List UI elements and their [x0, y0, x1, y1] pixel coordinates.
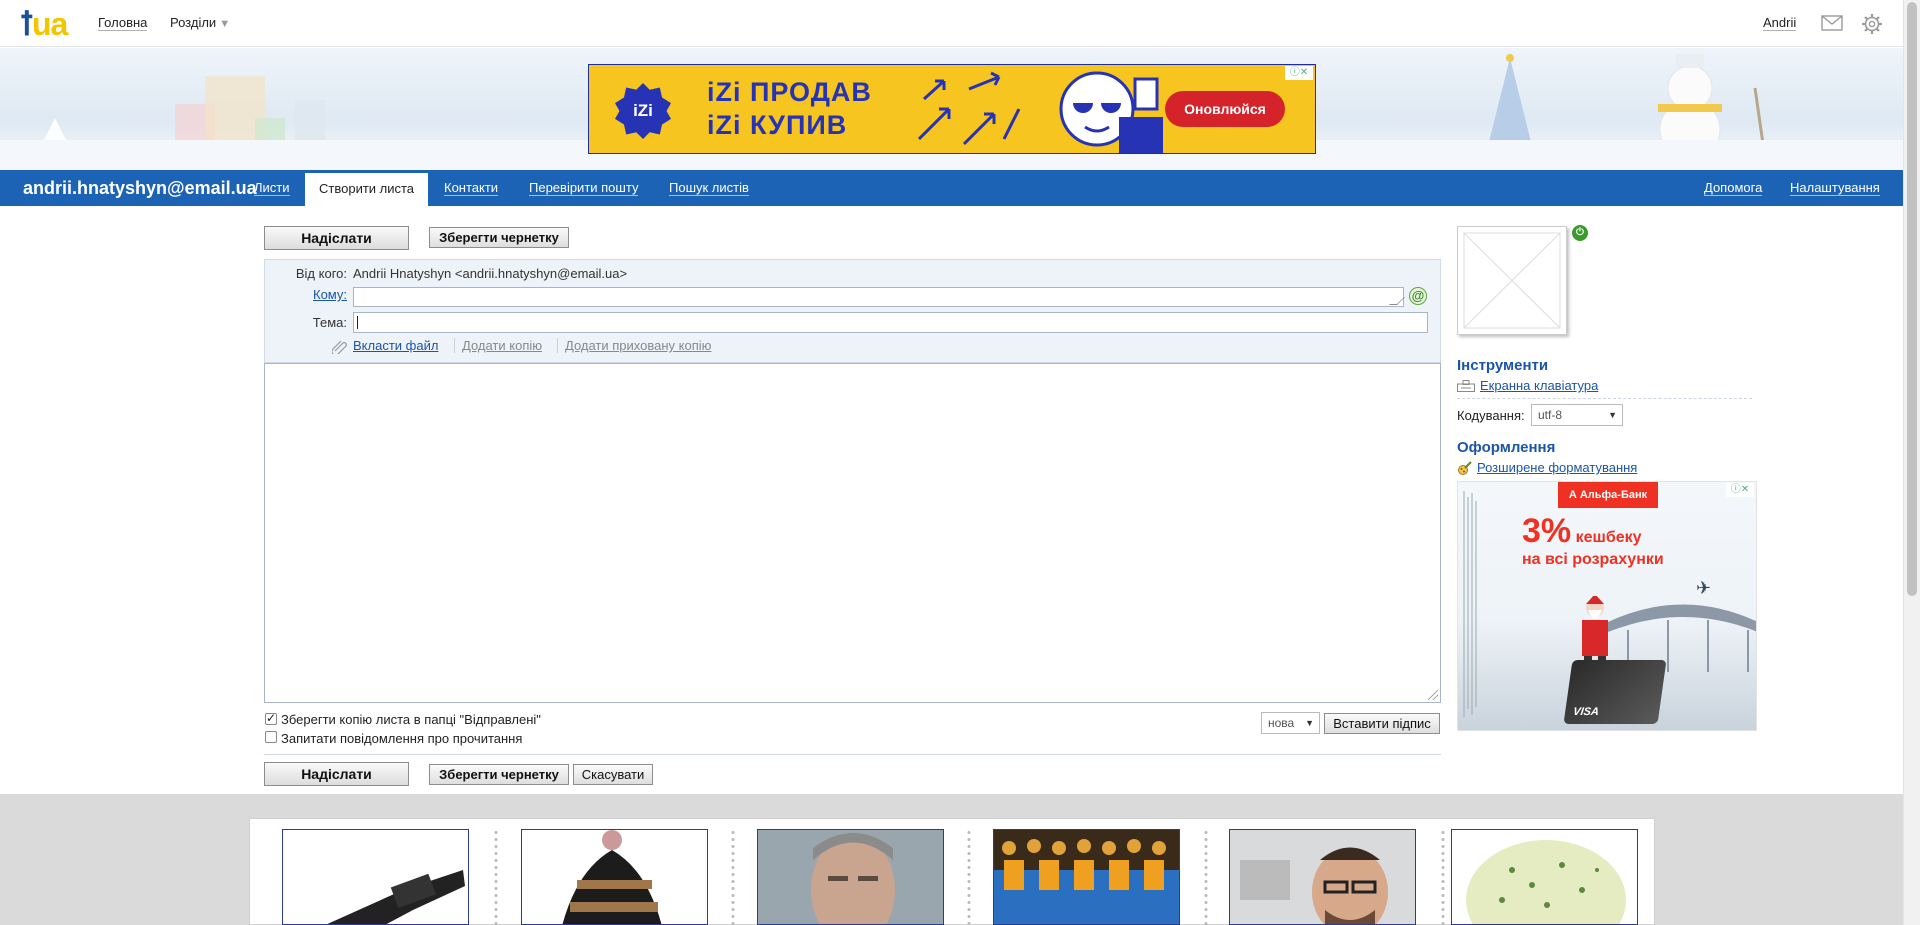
thumbnail-image — [1240, 847, 1388, 924]
subject-label: Тема: — [312, 315, 347, 330]
gear-icon[interactable] — [1861, 13, 1883, 35]
user-menu[interactable]: Andrii — [1763, 16, 1797, 31]
divider — [1204, 829, 1208, 925]
send-button-bottom[interactable]: Надіслати — [264, 762, 409, 786]
mascot-graphic — [1059, 71, 1163, 153]
news-thumbnail[interactable] — [993, 829, 1180, 925]
nav-sections-menu[interactable]: Розділи ▼ — [170, 16, 230, 31]
ad-card-graphic: VISA — [1563, 660, 1667, 724]
thumbnail-image — [811, 833, 895, 924]
avatar[interactable] — [1457, 226, 1567, 335]
news-thumbnail[interactable] — [521, 829, 708, 925]
divider — [1441, 829, 1445, 925]
save-copy-checkbox[interactable] — [265, 711, 277, 725]
logo-text: ua — [32, 6, 68, 42]
send-button[interactable]: Надіслати — [264, 226, 409, 250]
divider — [494, 829, 498, 925]
keyboard-icon — [1457, 380, 1475, 392]
arrows-graphic — [917, 71, 1021, 146]
ad-close-icon[interactable]: ⓘ✕ — [1726, 483, 1754, 497]
logo-icon[interactable]: ꝉ ua — [20, 6, 76, 42]
save-draft-button-bottom[interactable]: Зберегти чернетку — [429, 764, 569, 785]
paperclip-icon — [332, 340, 347, 354]
tab-search[interactable]: Пошук листів — [669, 180, 749, 196]
address-book-icon[interactable]: @ — [1409, 287, 1427, 305]
divider — [454, 338, 455, 353]
tab-letters[interactable]: Листи — [254, 180, 290, 196]
encoding-select[interactable]: utf-8 ▼ — [1531, 404, 1623, 426]
account-email: andrii.hnatyshyn@email.ua — [23, 178, 257, 198]
cancel-button[interactable]: Скасувати — [573, 764, 653, 785]
thumbnail-image — [562, 830, 662, 924]
resize-grip[interactable] — [1428, 690, 1438, 700]
divider — [1457, 398, 1752, 399]
news-thumbnail[interactable] — [1451, 829, 1638, 925]
attach-file-link[interactable]: Вкласти файл — [353, 338, 438, 353]
side-advertisement[interactable]: А Альфа-Банк 3% кешбеку на всі розрахунк… — [1457, 481, 1757, 731]
divider — [264, 754, 1441, 755]
subject-field[interactable] — [353, 312, 1428, 333]
ad-brand-label: А Альфа-Банк — [1558, 482, 1658, 508]
news-thumbnail[interactable] — [1229, 829, 1416, 925]
vertical-scrollbar[interactable] — [1903, 0, 1920, 925]
tab-check-mail[interactable]: Перевірити пошту — [529, 180, 639, 196]
brush-icon — [1458, 461, 1472, 475]
advanced-formatting-link[interactable]: Розширене форматування — [1477, 460, 1637, 475]
thumbnail-image — [994, 839, 1179, 924]
to-field[interactable] — [353, 287, 1405, 307]
resize-handle[interactable] — [1389, 297, 1405, 305]
thumbnail-image — [327, 870, 465, 924]
encoding-label: Кодування: — [1457, 408, 1525, 423]
scrollbar-thumb[interactable] — [1907, 2, 1917, 596]
signature-select-value: нова — [1268, 716, 1295, 730]
main-nav: andrii.hnatyshyn@email.ua Листи Створити… — [0, 170, 1903, 206]
tools-heading: Інструменти — [1457, 357, 1549, 374]
santa-graphic — [1582, 596, 1608, 666]
tab-compose[interactable]: Створити листа — [305, 173, 429, 206]
chevron-down-icon: ▼ — [1305, 718, 1314, 728]
divider — [731, 829, 735, 925]
virtual-keyboard-link[interactable]: Екранна клавіатура — [1480, 378, 1598, 393]
top-bar: ꝉ ua Головна Розділи ▼ Andrii — [0, 0, 1903, 47]
tab-contacts[interactable]: Контакти — [444, 180, 499, 196]
design-heading: Оформлення — [1457, 439, 1556, 456]
save-draft-button[interactable]: Зберегти чернетку — [429, 227, 569, 248]
ad-close-icon[interactable]: ⓘ✕ — [1285, 66, 1313, 80]
divider — [557, 338, 558, 353]
ad-line-2: iZi КУПИВ — [707, 110, 848, 140]
text-caret — [357, 316, 358, 329]
thumbnail-image — [1466, 840, 1626, 924]
help-link[interactable]: Допомога — [1704, 180, 1763, 196]
chevron-down-icon: ▼ — [1608, 410, 1617, 420]
avatar-placeholder-icon — [1463, 232, 1561, 329]
message-body-editor[interactable] — [264, 363, 1441, 703]
top-advertisement[interactable]: iZi iZi ПРОДАВ iZi КУПИВ Оновлюйся ⓘ✕ — [588, 64, 1316, 154]
ad-fine-print-graphic — [1463, 491, 1477, 717]
divider — [967, 829, 971, 925]
settings-link[interactable]: Налаштування — [1790, 180, 1880, 196]
from-value: Andrii Hnatyshyn <andrii.hnatyshyn@email… — [353, 266, 628, 281]
add-cc-link[interactable]: Додати копію — [462, 338, 542, 353]
mail-icon[interactable] — [1821, 15, 1843, 31]
power-icon[interactable]: ⏻ — [1572, 225, 1588, 241]
chevron-down-icon: ▼ — [219, 18, 231, 30]
read-receipt-checkbox[interactable] — [265, 731, 277, 743]
news-thumbnail[interactable] — [757, 829, 944, 925]
news-thumbnail[interactable] — [282, 829, 469, 925]
encoding-select-value: utf-8 — [1538, 408, 1563, 422]
insert-signature-button[interactable]: Вставити підпис — [1324, 713, 1440, 734]
to-label-link[interactable]: Кому: — [300, 287, 347, 302]
signature-select[interactable]: нова ▼ — [1261, 712, 1320, 734]
from-label: Від кого: — [295, 266, 347, 281]
nav-sections-label: Розділи — [170, 15, 217, 30]
izi-badge: iZi — [615, 83, 671, 139]
add-bcc-link[interactable]: Додати приховану копію — [565, 338, 711, 353]
ad-cta-button[interactable]: Оновлюйся — [1165, 91, 1285, 127]
read-receipt-label: Запитати повідомлення про прочитання — [281, 731, 523, 746]
save-copy-label: Зберегти копію листа в папці "Відправлен… — [281, 712, 541, 727]
nav-home-link[interactable]: Головна — [98, 16, 148, 31]
ad-subline: на всі розрахунки — [1522, 551, 1664, 568]
ad-line-1: iZi ПРОДАВ — [707, 77, 872, 107]
